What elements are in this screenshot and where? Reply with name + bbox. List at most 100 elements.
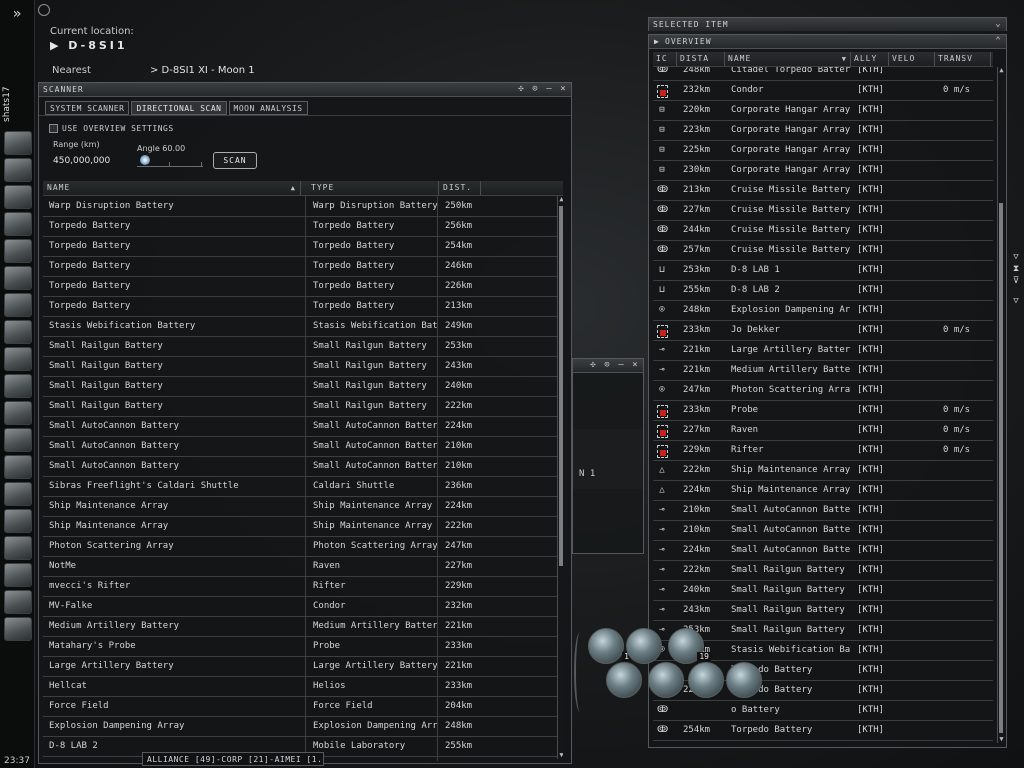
checkbox-box[interactable] bbox=[49, 124, 58, 133]
col-header-name[interactable]: NAME ▲ bbox=[43, 181, 301, 195]
module-orb[interactable] bbox=[648, 662, 684, 698]
scroll-up-icon[interactable]: ▲ bbox=[998, 67, 1005, 74]
minimize-icon[interactable]: – bbox=[545, 84, 554, 94]
overview-row[interactable]: ⌾ 248km Explosion Dampening Arra [KTH] bbox=[653, 301, 993, 321]
calculator-icon[interactable] bbox=[4, 428, 32, 452]
pin-icon[interactable]: ✣ bbox=[589, 360, 598, 370]
pin-icon[interactable]: ✣ bbox=[517, 84, 526, 94]
overview-row[interactable]: ⊟ 220km Corporate Hangar Array [KTH] bbox=[653, 101, 993, 121]
map-icon[interactable] bbox=[4, 320, 32, 344]
table-row[interactable]: MV-Falke Condor 232km bbox=[43, 597, 563, 617]
module-orb[interactable] bbox=[726, 662, 762, 698]
assets-icon[interactable] bbox=[4, 509, 32, 533]
overview-row[interactable]: ↂ 257km Cruise Missile Battery [KTH] bbox=[653, 241, 993, 261]
collapse-up-icon[interactable]: ⌃ bbox=[994, 36, 1003, 46]
chevron-icon[interactable]: ⊽ bbox=[1010, 276, 1022, 286]
scan-scrollbar[interactable]: ▲ ▼ bbox=[557, 196, 563, 759]
table-row[interactable]: Torpedo Battery Torpedo Battery 256km bbox=[43, 217, 563, 237]
overview-row[interactable]: ⊸ 224km Small AutoCannon Battery [KTH] bbox=[653, 541, 993, 561]
audio-icon[interactable] bbox=[4, 563, 32, 587]
overview-row[interactable]: 229km Rifter [KTH] 0 m/s bbox=[653, 441, 993, 461]
table-row[interactable]: Torpedo Battery Torpedo Battery 213km bbox=[43, 297, 563, 317]
slider-knob[interactable] bbox=[139, 155, 150, 165]
table-row[interactable]: Ship Maintenance Array Ship Maintenance A… bbox=[43, 517, 563, 537]
table-row[interactable]: Small AutoCannon Battery Small AutoCannon… bbox=[43, 417, 563, 437]
use-overview-checkbox[interactable]: USE OVERVIEW SETTINGS bbox=[49, 124, 174, 133]
market-icon[interactable] bbox=[4, 347, 32, 371]
table-row[interactable]: Small Railgun Battery Small Railgun Batte… bbox=[43, 397, 563, 417]
table-row[interactable]: Small AutoCannon Battery Small AutoCannon… bbox=[43, 437, 563, 457]
scroll-down-icon[interactable]: ▼ bbox=[998, 736, 1005, 743]
table-row[interactable]: Small Railgun Battery Small Railgun Batte… bbox=[43, 377, 563, 397]
overview-row[interactable]: ↂ o Battery [KTH] bbox=[653, 701, 993, 721]
module-orb[interactable] bbox=[626, 628, 662, 664]
character-sheet-icon[interactable] bbox=[4, 131, 32, 155]
expand-neocom-button[interactable]: » bbox=[6, 4, 28, 24]
overview-row[interactable]: ⊸ 210km Small AutoCannon Battery [KTH] bbox=[653, 501, 993, 521]
notepad-icon[interactable] bbox=[4, 212, 32, 236]
starmap-icon[interactable] bbox=[4, 239, 32, 263]
overview-row[interactable]: ⊸ 240km Small Railgun Battery [KTH] bbox=[653, 581, 993, 601]
module-orb[interactable]: 19 bbox=[668, 628, 711, 664]
table-row[interactable]: Small Railgun Battery Small Railgun Batte… bbox=[43, 357, 563, 377]
overview-row[interactable]: ⊸ 222km Small Railgun Battery [KTH] bbox=[653, 561, 993, 581]
overview-row[interactable]: ⊸ 210km Small AutoCannon Battery [KTH] bbox=[653, 521, 993, 541]
journal-icon[interactable] bbox=[4, 293, 32, 317]
current-system[interactable]: ▶ D-8SI1 bbox=[50, 39, 134, 52]
col-header-name[interactable]: NAME ▼ bbox=[725, 52, 851, 66]
overview-row[interactable]: ⊸ 221km Large Artillery Battery [KTH] bbox=[653, 341, 993, 361]
minimize-icon[interactable]: – bbox=[617, 360, 626, 370]
table-row[interactable]: Matahary's Probe Probe 233km bbox=[43, 637, 563, 657]
overview-row[interactable]: ⊟ 225km Corporate Hangar Array [KTH] bbox=[653, 141, 993, 161]
overview-row[interactable]: 227km Raven [KTH] 0 m/s bbox=[653, 421, 993, 441]
logbook-icon[interactable] bbox=[4, 536, 32, 560]
expand-triangle-icon[interactable]: ▶ bbox=[654, 35, 660, 48]
table-row[interactable]: Torpedo Battery Torpedo Battery 246km bbox=[43, 257, 563, 277]
overview-row[interactable]: ⊟ 223km Corporate Hangar Array [KTH] bbox=[653, 121, 993, 141]
close-icon[interactable]: × bbox=[631, 360, 640, 370]
table-row[interactable]: Sibras Freeflight's Caldari Shuttle Calda… bbox=[43, 477, 563, 497]
down-arrow-icon[interactable]: ▽ bbox=[1010, 296, 1022, 306]
overview-row[interactable]: ⊸ 221km Medium Artillery Battery [KTH] bbox=[653, 361, 993, 381]
table-row[interactable]: Small AutoCannon Battery Small AutoCannon… bbox=[43, 457, 563, 477]
scanner-title-bar[interactable]: SCANNER ✣ ⊙ – × bbox=[39, 83, 571, 97]
overview-row[interactable]: △ 222km Ship Maintenance Array [KTH] bbox=[653, 461, 993, 481]
module-orb[interactable] bbox=[606, 662, 642, 698]
overview-row[interactable]: ⊟ 230km Corporate Hangar Array [KTH] bbox=[653, 161, 993, 181]
overview-row[interactable]: 232km Condor [KTH] 0 m/s bbox=[653, 81, 993, 101]
overview-row[interactable]: ⊔ 255km D-8 LAB 2 [KTH] bbox=[653, 281, 993, 301]
range-input[interactable]: 450,000,000 bbox=[53, 156, 110, 166]
col-header-transversal[interactable]: TRANSV bbox=[935, 52, 991, 66]
table-row[interactable]: Medium Artillery Battery Medium Artillery… bbox=[43, 617, 563, 637]
background-window-title[interactable]: ✣ ⊙ – × bbox=[573, 359, 643, 373]
table-row[interactable]: Torpedo Battery Torpedo Battery 226km bbox=[43, 277, 563, 297]
science-icon[interactable] bbox=[4, 401, 32, 425]
table-row[interactable]: Warp Disruption Battery Warp Disruption B… bbox=[43, 197, 563, 217]
info-icon[interactable] bbox=[4, 590, 32, 614]
help-icon[interactable] bbox=[4, 455, 32, 479]
overview-row[interactable]: ⊸ 253km Small Railgun Battery [KTH] bbox=[653, 621, 993, 641]
overview-scrollbar[interactable]: ▲ ▼ bbox=[997, 67, 1005, 743]
overview-row[interactable]: ↂ 244km Cruise Missile Battery [KTH] bbox=[653, 221, 993, 241]
overview-row[interactable]: ↂ 213km Cruise Missile Battery [KTH] bbox=[653, 181, 993, 201]
table-row[interactable]: NotMe Raven 227km bbox=[43, 557, 563, 577]
table-row[interactable]: Photon Scattering Array Photon Scattering… bbox=[43, 537, 563, 557]
scroll-down-icon[interactable]: ▼ bbox=[558, 752, 563, 759]
people-places-icon[interactable] bbox=[4, 158, 32, 182]
selected-item-title-bar[interactable]: SELECTED ITEM ⌄ bbox=[649, 18, 1006, 31]
mail-icon[interactable] bbox=[4, 185, 32, 209]
overview-row[interactable]: ↂ 227km Cruise Missile Battery [KTH] bbox=[653, 201, 993, 221]
overview-row[interactable]: ⊸ 243km Small Railgun Battery [KTH] bbox=[653, 601, 993, 621]
angle-slider[interactable] bbox=[137, 155, 203, 167]
overview-row[interactable]: △ 224km Ship Maintenance Array [KTH] bbox=[653, 481, 993, 501]
settings-icon[interactable]: ⊙ bbox=[531, 84, 540, 94]
table-row[interactable]: mvecci's Rifter Rifter 229km bbox=[43, 577, 563, 597]
table-row[interactable]: Hellcat Helios 233km bbox=[43, 677, 563, 697]
chat-channel-bar[interactable]: ALLIANCE [49]-CORP [21]-AIMEI [1... bbox=[142, 752, 324, 766]
tab-directional-scan[interactable]: DIRECTIONAL SCAN bbox=[131, 101, 227, 115]
table-row[interactable]: Large Artillery Battery Large Artillery B… bbox=[43, 657, 563, 677]
overview-row[interactable]: ⌾ 247km Photon Scattering Array [KTH] bbox=[653, 381, 993, 401]
hourglass-icon[interactable]: ⧗ bbox=[1010, 264, 1022, 274]
down-arrow-icon[interactable]: ▽ bbox=[1010, 252, 1022, 262]
col-header-type[interactable]: TYPE bbox=[307, 181, 439, 195]
